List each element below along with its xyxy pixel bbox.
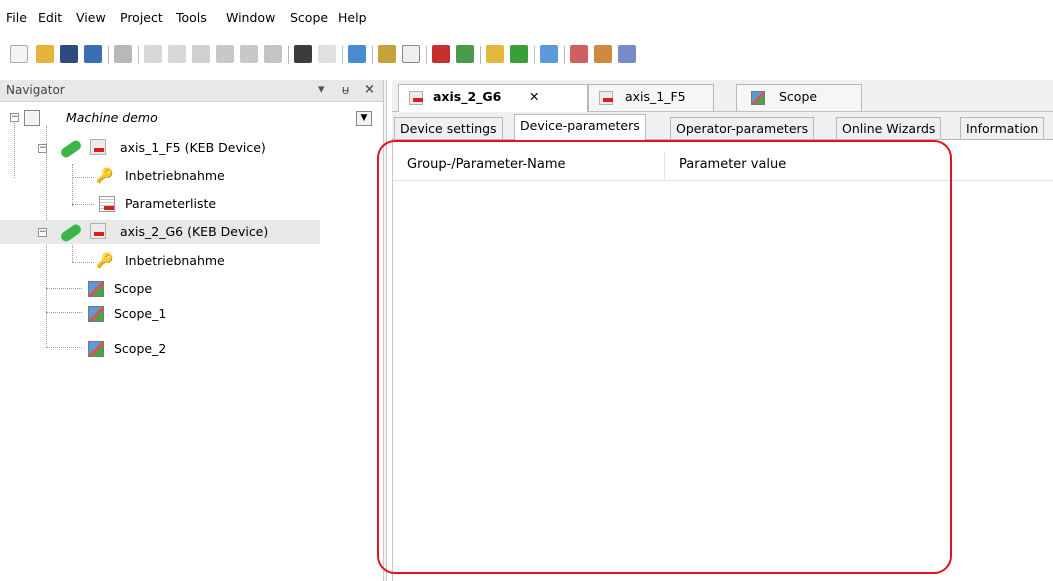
tree-item-label: axis_2_G6 (KEB Device) [120,224,269,239]
wrench-icon: 🔑 [96,253,114,269]
keb-device-icon [90,223,106,239]
tree-item-inbetriebnahme-1[interactable]: 🔑 Inbetriebnahme [0,164,377,188]
connected-plug-icon [59,222,83,244]
close-icon[interactable]: × [364,82,375,97]
keb-device-icon [90,139,106,155]
tree-item-label: Scope_2 [114,341,167,356]
undo-icon[interactable] [144,45,162,63]
tree-item-label: Scope_1 [114,306,167,321]
tree-item-axis-2[interactable]: − axis_2_G6 (KEB Device) [0,220,320,244]
tab-information[interactable]: Information [960,117,1045,140]
scope-icon [88,341,104,357]
scope-icon[interactable] [540,45,558,63]
tab-axis-1-f5[interactable]: axis_1_F5 [588,84,714,111]
open-folder-icon[interactable] [36,45,54,63]
menu-file[interactable]: File [6,10,27,25]
tree-item-scope-1[interactable]: Scope_1 [0,302,377,326]
menu-scope[interactable]: Scope [290,10,328,25]
tree-root[interactable]: − Machine demo ▼ [0,106,377,130]
insert-icon[interactable] [402,45,420,63]
tab-online-wizards[interactable]: Online Wizards [836,117,942,140]
scope-stop-icon[interactable] [594,45,612,63]
wizard-icon[interactable] [486,45,504,63]
tab-device-parameters[interactable]: Device-parameters [514,114,646,141]
collapse-icon[interactable]: − [38,228,47,237]
redo-icon[interactable] [168,45,186,63]
tree-item-parameterliste[interactable]: Parameterliste [0,192,377,216]
scope-settings-icon[interactable] [618,45,636,63]
collapse-icon[interactable]: − [10,113,19,122]
scope-icon [751,91,765,105]
project-icon [24,110,40,126]
menu-bar: File Edit View Project Tools Window Scop… [0,0,1053,36]
keb-device-icon [409,91,423,105]
scope-icon [88,306,104,322]
parameter-list-icon [99,196,115,212]
scope-start-icon[interactable] [570,45,588,63]
menu-edit[interactable]: Edit [38,10,62,25]
tree-item-label: axis_1_F5 (KEB Device) [120,140,266,155]
save-icon[interactable] [60,45,78,63]
tab-label: axis_1_F5 [625,89,686,104]
device-icon[interactable] [348,45,366,63]
tree-item-axis-1[interactable]: − axis_1_F5 (KEB Device) [0,136,377,160]
new-file-icon[interactable] [10,45,28,63]
save-as-icon[interactable] [84,45,102,63]
tree-item-scope[interactable]: Scope [0,277,377,301]
connected-plug-icon [59,138,83,160]
tree-item-label: Inbetriebnahme [125,168,225,183]
print-icon[interactable] [114,45,132,63]
navigator-header: Navigator ▾ ᵾ × [0,80,383,102]
replace-icon[interactable] [318,45,336,63]
keb-online-icon[interactable] [456,45,474,63]
tab-device-settings[interactable]: Device settings [394,117,503,140]
cut-icon[interactable] [192,45,210,63]
collapse-icon[interactable]: − [38,144,47,153]
paste-icon[interactable] [240,45,258,63]
highlight-annotation [377,140,952,574]
delete-icon[interactable] [264,45,282,63]
close-tab-icon[interactable]: ✕ [529,85,539,109]
tree-item-label: Inbetriebnahme [125,253,225,268]
download-icon[interactable] [510,45,528,63]
tab-label: Scope [779,89,818,104]
toolbar [0,38,1053,72]
wrench-icon: 🔑 [96,168,114,184]
tab-axis-2-g6[interactable]: axis_2_G6 ✕ [398,84,588,113]
tree-item-label: Parameterliste [125,196,217,211]
tree-item-inbetriebnahme-2[interactable]: 🔑 Inbetriebnahme [0,249,377,273]
scope-icon [88,281,104,297]
menu-window[interactable]: Window [226,10,275,25]
dropdown-icon[interactable]: ▾ [318,82,325,97]
navigator-title: Navigator [6,83,65,97]
menu-project[interactable]: Project [120,10,163,25]
keb-device-icon [599,91,613,105]
document-tab-bar: axis_2_G6 ✕ axis_1_F5 Scope [392,80,1053,113]
find-icon[interactable] [294,45,312,63]
pin-icon[interactable]: ᵾ [342,82,349,98]
tree-dropdown-button[interactable]: ▼ [356,111,372,126]
add-item-icon[interactable] [378,45,396,63]
editor-sub-tab-bar: Device settings Device-parameters Operat… [392,112,1053,141]
tab-operator-parameters[interactable]: Operator-parameters [670,117,815,140]
tree-item-scope-2[interactable]: Scope_2 [0,337,377,361]
tree-root-label: Machine demo [66,110,158,125]
menu-help[interactable]: Help [338,10,367,25]
navigator-tree: − Machine demo ▼ − axis_1_F5 (KEB Device… [0,102,377,581]
menu-tools[interactable]: Tools [176,10,207,25]
tree-item-label: Scope [114,281,153,296]
keb-connect-icon[interactable] [432,45,450,63]
menu-view[interactable]: View [76,10,106,25]
tab-label: axis_2_G6 [433,89,502,104]
tab-scope[interactable]: Scope [736,84,862,111]
copy-icon[interactable] [216,45,234,63]
